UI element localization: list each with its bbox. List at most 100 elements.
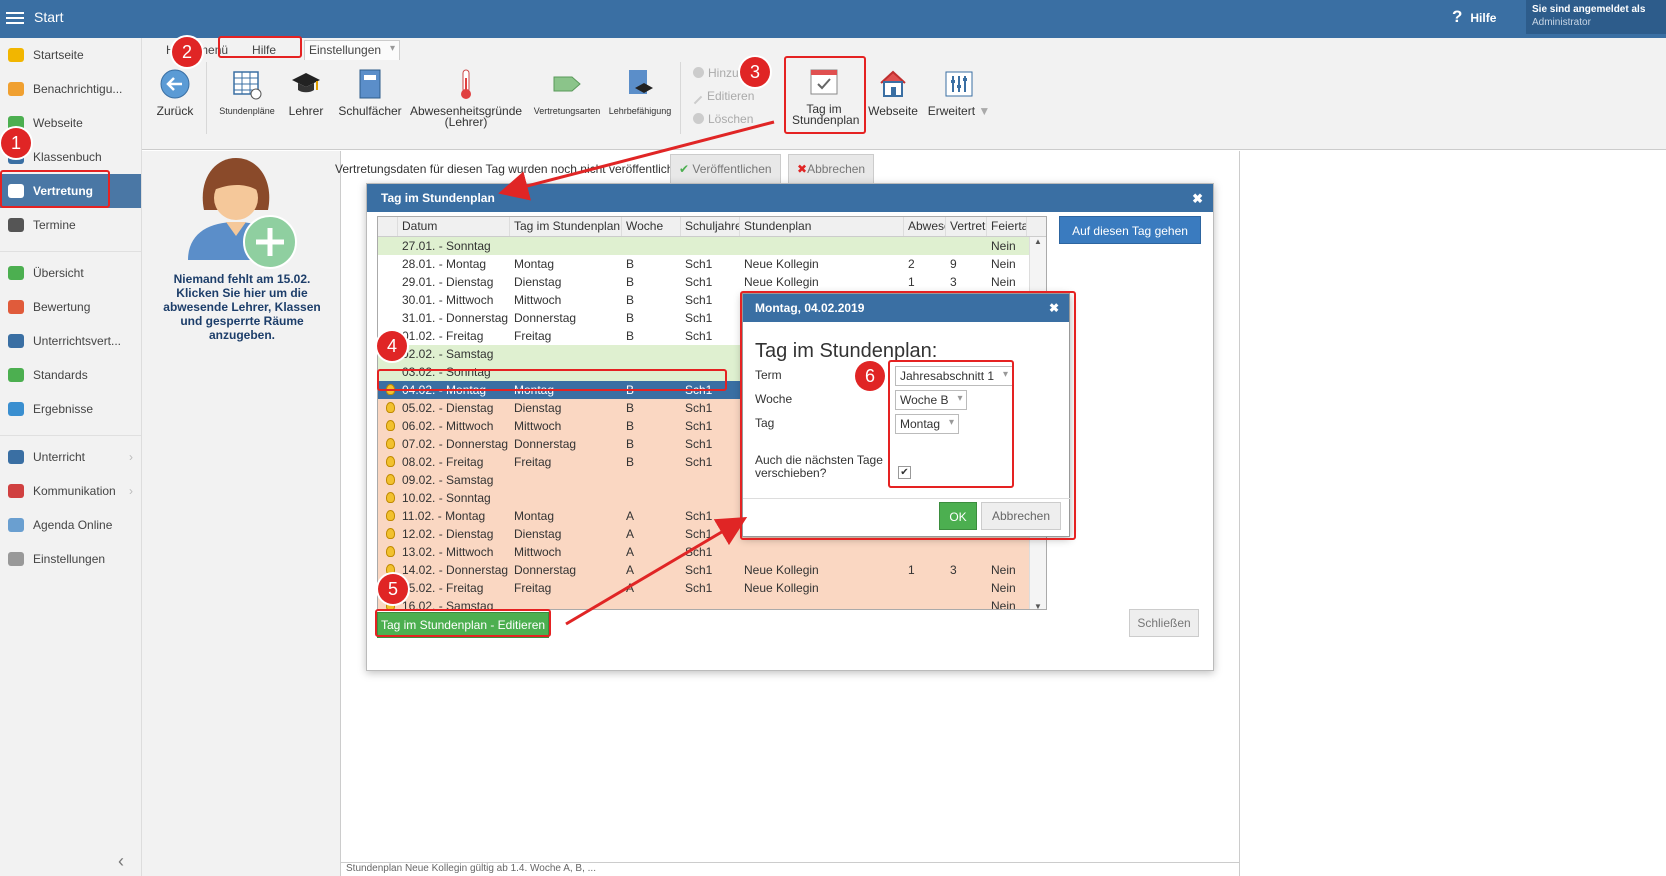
step-badge-5: 5 (378, 574, 408, 604)
table-cell: Mittwoch (514, 545, 562, 559)
publish-button[interactable]: ✔ Veröffentlichen (670, 154, 781, 184)
erweitert-label: Erweitert (927, 104, 976, 118)
table-row[interactable]: 27.01. - Sonntag Nein (378, 237, 1046, 255)
collapse-sidebar-icon[interactable]: ‹ (118, 851, 124, 872)
table-cell (681, 237, 740, 255)
table-cell (904, 597, 946, 609)
table-row[interactable]: 28.01. - Montag Montag B Sch1 Neue Kollegin 2… (378, 255, 1046, 273)
table-row[interactable]: 15.02. - Freitag Freitag A Sch1 Neue Kollegi… (378, 579, 1046, 597)
column-header[interactable]: Tag im Stundenplan (510, 217, 622, 236)
sidebar-item-unterricht[interactable]: Unterricht › (0, 440, 141, 474)
table-cell: Donnerstag (514, 311, 577, 325)
sidebar-item-einstellungen[interactable]: Einstellungen (0, 542, 141, 576)
lehrer-button[interactable]: Lehrer (284, 68, 328, 117)
vertretungsarten-button[interactable]: Vertretungsarten (532, 68, 602, 117)
help-icon: ? (1452, 7, 1463, 26)
sidebar-item-übersicht[interactable]: Übersicht (0, 256, 141, 290)
back-button[interactable]: Zurück (154, 68, 196, 117)
sidebar-item-startseite[interactable]: Startseite (0, 38, 141, 72)
go-to-day-button[interactable]: Auf diesen Tag gehen (1059, 216, 1201, 244)
schulfaecher-button[interactable]: Schulfächer (338, 68, 402, 117)
table-cell: Nein (991, 581, 1016, 595)
table-row[interactable]: 13.02. - Mittwoch Mittwoch A Sch1 (378, 543, 1046, 561)
table-cell: Sch1 (685, 401, 713, 415)
sidebar-item-ergebnisse[interactable]: Ergebnisse (0, 392, 141, 426)
column-header[interactable]: Schuljahres (681, 217, 740, 236)
plus-icon (693, 67, 704, 78)
table-cell: Montag (514, 257, 555, 271)
table-cell: A (626, 509, 635, 523)
close-button[interactable]: Schließen (1129, 609, 1199, 637)
sidebar-item-kommunikation[interactable]: Kommunikation › (0, 474, 141, 508)
table-cell: Nein (991, 257, 1016, 271)
step-badge-3: 3 (740, 57, 770, 87)
nobody-absent-text[interactable]: Niemand fehlt am 15.02. Klicken Sie hier… (154, 272, 330, 342)
highlight-selected-row (377, 369, 727, 391)
cancel-publish-button[interactable]: ✖Abbrechen (788, 154, 875, 184)
table-cell: 09.02. - Samstag (402, 473, 494, 487)
close-icon[interactable]: ✖ (1192, 191, 1203, 207)
scroll-down-icon[interactable]: ▼ (1030, 602, 1046, 609)
loeschen-button[interactable]: Löschen (693, 112, 753, 126)
column-header[interactable]: Woche (622, 217, 681, 236)
editieren-button[interactable]: Editieren (693, 89, 754, 105)
lehrbefaehigung-button[interactable]: Lehrbefähigung (608, 68, 672, 117)
person-add-icon[interactable] (180, 150, 310, 278)
table-row[interactable]: 14.02. - Donnerstag Donnerstag A Sch1 Neue K… (378, 561, 1046, 579)
table-cell: 3 (950, 275, 957, 289)
lightbulb-icon (386, 402, 395, 413)
open-book-icon (8, 450, 24, 464)
sidebar-item-bewertung[interactable]: Bewertung (0, 290, 141, 324)
sidebar-item-label: Kommunikation (33, 484, 116, 498)
sidebar-item-termine[interactable]: Termine (0, 208, 141, 242)
abwesenheitsgruende-button[interactable]: Abwesenheitsgründe (Lehrer) (410, 68, 522, 128)
column-header[interactable]: Abwese (904, 217, 946, 236)
back-arrow-icon (160, 69, 190, 99)
table-cell: 27.01. - Sonntag (402, 239, 491, 253)
table-row[interactable]: 29.01. - Dienstag Dienstag B Sch1 Neue Kolle… (378, 273, 1046, 291)
table-cell: 30.01. - Mittwoch (402, 293, 494, 307)
lightbulb-icon (386, 474, 395, 485)
step-badge-4: 4 (377, 331, 407, 361)
column-header[interactable]: Vertretu (946, 217, 987, 236)
table-cell (681, 597, 740, 609)
table-cell: 3 (950, 563, 957, 577)
table-cell: 11.02. - Montag (402, 509, 486, 523)
sidebar-item-agenda-online[interactable]: Agenda Online (0, 508, 141, 542)
table-cell: Nein (991, 599, 1016, 610)
check-circle-icon (8, 266, 24, 280)
scroll-up-icon[interactable]: ▲ (1030, 237, 1046, 246)
sidebar-item-standards[interactable]: Standards (0, 358, 141, 392)
table-cell: 1 (908, 275, 915, 289)
highlight-edit-button (375, 609, 551, 637)
table-cell: Dienstag (514, 275, 562, 289)
table-cell (510, 237, 622, 255)
step-badge-6: 6 (855, 361, 885, 391)
sidebar-item-unterrichtsvert[interactable]: Unterrichtsvert... (0, 324, 141, 358)
lightbulb-icon (386, 546, 395, 557)
user-box[interactable]: Sie sind angemeldet als Administrator (1526, 0, 1666, 34)
highlight-einstellungen (218, 36, 302, 58)
table-cell (622, 471, 681, 489)
sidebar-item-label: Unterricht (33, 450, 86, 464)
erweitert-button[interactable]: Erweitert ▼ (926, 68, 992, 117)
lehrbefaehigung-label: Lehrbefähigung (608, 106, 672, 116)
table-cell: B (626, 437, 635, 451)
column-header[interactable]: Feiertag (987, 217, 1027, 236)
table-cell: 02.02. - Samstag (402, 347, 494, 361)
table-cell (987, 543, 1027, 561)
table-cell: 08.02. - Freitag (402, 455, 484, 469)
tab-einstellungen[interactable]: Einstellungen (304, 40, 401, 60)
menu-icon[interactable] (6, 9, 24, 25)
stundenplaene-button[interactable]: Stundenpläne (218, 68, 276, 117)
help-link[interactable]: ? Hilfe (1452, 7, 1496, 27)
shield-icon (8, 368, 24, 382)
sidebar-item-label: Termine (33, 218, 76, 232)
column-header[interactable]: Stundenplan (740, 217, 904, 236)
webseite-button[interactable]: Webseite (866, 68, 920, 117)
sidebar-item-label: Standards (33, 368, 88, 382)
table-cell: Dienstag (514, 401, 562, 415)
lightbulb-icon (386, 456, 395, 467)
sidebar-item-benachrichtigu[interactable]: Benachrichtigu... (0, 72, 141, 106)
column-header[interactable]: Datum (398, 217, 510, 236)
